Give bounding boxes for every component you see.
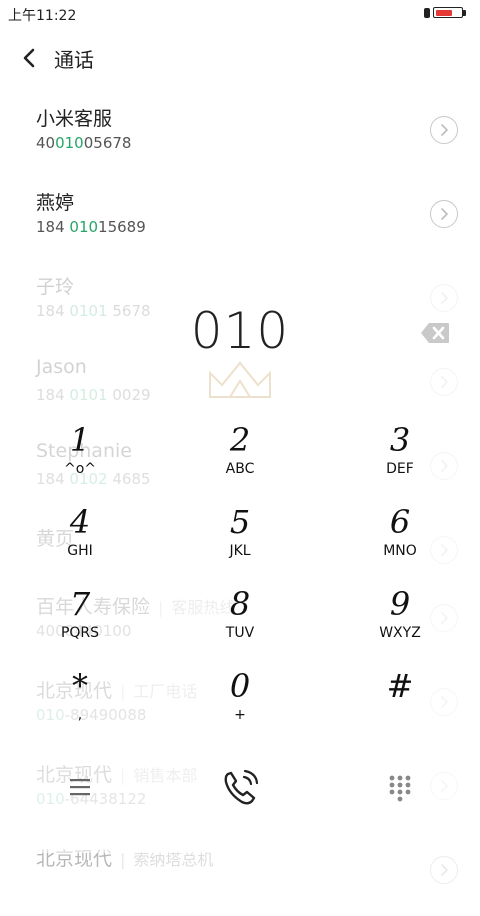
key-letters: WXYZ xyxy=(379,625,421,641)
matched-digits: 010 xyxy=(69,218,99,236)
key-digit: 3 xyxy=(389,421,411,459)
contact-number: 184 01015689 xyxy=(36,218,146,236)
key-letters: ABC xyxy=(225,461,255,477)
status-bar: 上午11:22 xyxy=(0,0,480,28)
key-digit: 6 xyxy=(389,503,411,541)
dialpad-key[interactable]: 8 TUV xyxy=(170,584,310,662)
contact-name: 小米客服 xyxy=(36,104,112,131)
watermark-logo xyxy=(200,355,280,415)
backspace-icon[interactable] xyxy=(420,322,450,344)
bottom-bar xyxy=(0,760,480,820)
dialpad-key[interactable]: 2 ABC xyxy=(170,420,310,498)
key-digit: 5 xyxy=(229,503,251,541)
contact-row[interactable]: 燕婷 184 01015689 xyxy=(0,176,480,260)
dialpad-key[interactable]: 5 JKL xyxy=(170,502,310,580)
key-digit: 2 xyxy=(229,421,251,459)
key-letters: GHI xyxy=(67,543,93,559)
chevron-right-icon[interactable] xyxy=(430,116,458,144)
key-letters: MNO xyxy=(383,543,417,559)
chevron-left-icon[interactable] xyxy=(18,46,42,70)
contact-name-text: 小米客服 xyxy=(36,108,113,130)
number-part: 40 xyxy=(36,134,56,152)
key-digit: # xyxy=(386,667,414,705)
key-digit: 1 xyxy=(69,421,91,459)
status-time: 上午11:22 xyxy=(8,8,77,24)
key-letters: , xyxy=(77,707,83,723)
dialpad-key[interactable]: 1 ^o^ xyxy=(10,420,150,498)
key-digit: 8 xyxy=(229,585,251,623)
key-letters: JKL xyxy=(229,543,251,559)
key-digit: 7 xyxy=(69,585,91,623)
dialpad-key[interactable]: 0 + xyxy=(170,666,310,744)
key-digit: 9 xyxy=(389,585,411,623)
contact-row[interactable]: 小米客服 4001005678 xyxy=(0,92,480,176)
key-letters: ^o^ xyxy=(63,461,97,477)
page-title: 通话 xyxy=(54,48,94,72)
chevron-right-icon[interactable] xyxy=(430,856,458,884)
key-letters: TUV xyxy=(225,625,255,641)
menu-icon[interactable] xyxy=(68,776,92,798)
key-digit: 4 xyxy=(69,503,91,541)
key-digit: * xyxy=(72,667,88,705)
number-part: 05678 xyxy=(83,134,132,152)
dialpad-icon[interactable] xyxy=(388,774,412,804)
chevron-right-icon[interactable] xyxy=(430,200,458,228)
dialpad-key[interactable]: # xyxy=(330,666,470,744)
dialpad-key[interactable]: *, xyxy=(10,666,150,744)
dialpad-key[interactable]: 7 PQRS xyxy=(10,584,150,662)
key-letters: PQRS xyxy=(60,625,100,641)
key-digit: 0 xyxy=(229,667,251,705)
dialed-number: 010 xyxy=(190,302,290,360)
dialpad-key[interactable]: 9 WXYZ xyxy=(330,584,470,662)
dialpad-key[interactable]: 4 GHI xyxy=(10,502,150,580)
matched-digits: 010 xyxy=(55,134,84,152)
key-letters: + xyxy=(234,707,246,723)
phone-call-icon[interactable] xyxy=(220,768,260,808)
header: 通话 xyxy=(0,36,480,80)
dialpad-key[interactable]: 3 DEF xyxy=(330,420,470,498)
battery-icon xyxy=(424,6,468,20)
dial-display: 010 xyxy=(0,300,480,398)
contact-name-text: 燕婷 xyxy=(36,192,75,214)
number-part: 184 xyxy=(36,218,70,236)
contact-name: 燕婷 xyxy=(36,188,74,215)
key-letters: DEF xyxy=(386,461,414,477)
contact-number: 4001005678 xyxy=(36,134,131,152)
dialpad-key[interactable]: 6 MNO xyxy=(330,502,470,580)
number-part: 15689 xyxy=(98,218,146,236)
